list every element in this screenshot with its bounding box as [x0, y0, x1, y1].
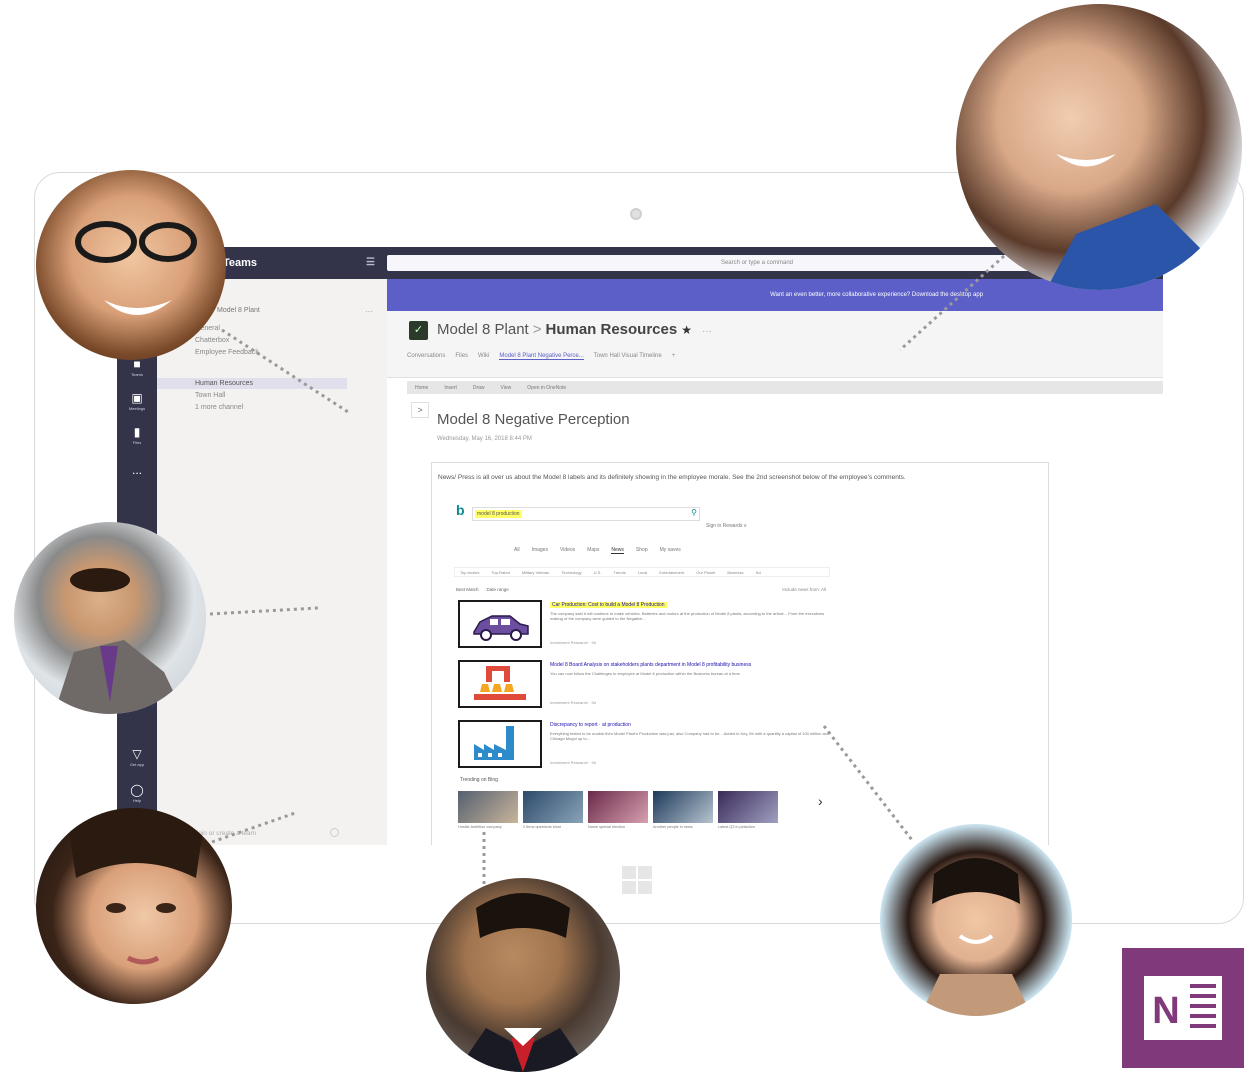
onenote-letter: N — [1152, 990, 1179, 1032]
avatar — [14, 522, 206, 714]
connector-line — [898, 254, 1006, 352]
connector-line — [211, 810, 299, 844]
connector-line — [209, 606, 319, 616]
avatar — [880, 824, 1072, 1016]
avatar — [426, 878, 620, 1072]
onenote-logo-icon: N — [1122, 948, 1244, 1068]
avatar — [956, 4, 1242, 290]
connector-line — [822, 725, 914, 841]
avatar — [36, 170, 226, 360]
connector-line — [221, 328, 349, 414]
avatar — [36, 808, 232, 1004]
